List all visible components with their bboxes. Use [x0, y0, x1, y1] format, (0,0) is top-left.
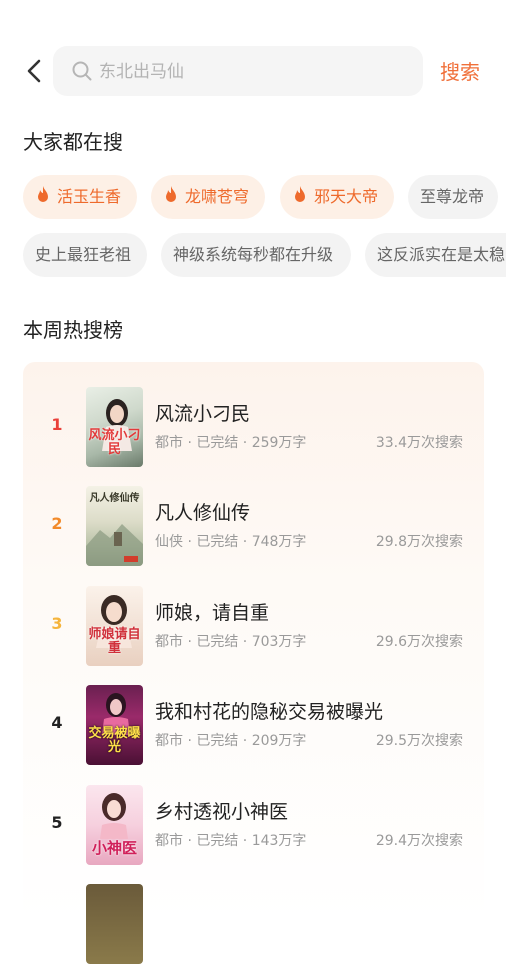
- search-input[interactable]: [97, 46, 411, 98]
- book-meta: 都市 · 已完结 · 703万字: [155, 634, 307, 650]
- tag-label: 这反派实在是太稳: [377, 245, 506, 264]
- cover-title: 小神医: [91, 839, 137, 857]
- tag-item[interactable]: 这反派实在是太稳: [365, 233, 506, 277]
- ranking-row[interactable]: 1 风流小刁民 风流小刁民 都市 · 已完结 · 259万字 33.4万次搜索: [23, 387, 484, 469]
- tag-item[interactable]: 邪天大帝: [280, 175, 394, 219]
- top-bar: 搜索: [0, 0, 506, 140]
- book-title: 风流小刁民: [155, 403, 251, 425]
- tag-label: 神级系统每秒都在升级: [173, 245, 334, 264]
- ranking-row[interactable]: 4 交易被曝光 我和村花的隐秘交易被曝光 都市 · 已完结 · 209万字 29…: [23, 685, 484, 767]
- tag-label: 史上最狂老祖: [35, 245, 132, 264]
- search-count: 29.4万次搜索: [375, 833, 463, 849]
- book-meta: 都市 · 已完结 · 209万字: [155, 733, 307, 749]
- search-button[interactable]: 搜索: [440, 56, 480, 85]
- book-title: 乡村透视小神医: [155, 801, 289, 823]
- weekly-title: 本周热搜榜: [23, 318, 123, 342]
- ranking-row[interactable]: [23, 884, 484, 966]
- tag-label: 邪天大帝: [314, 187, 379, 206]
- trending-title: 大家都在搜: [23, 130, 123, 154]
- rank-number: 1: [51, 415, 63, 434]
- book-cover: 交易被曝光: [86, 685, 143, 765]
- book-cover: 凡人修仙传: [86, 486, 143, 566]
- search-count: 33.4万次搜索: [375, 435, 463, 451]
- search-count: 29.5万次搜索: [375, 733, 463, 749]
- book-meta: 仙侠 · 已完结 · 748万字: [155, 534, 307, 550]
- tag-label: 龙啸苍穹: [185, 187, 250, 206]
- flame-icon: [38, 186, 48, 202]
- tag-item[interactable]: 龙啸苍穹: [151, 175, 265, 219]
- chevron-left-icon: [27, 59, 41, 83]
- ranking-row[interactable]: 2 凡人修仙传 凡人修仙传 仙侠 · 已完结 · 748万字 29.8万次搜索: [23, 486, 484, 568]
- search-icon: [72, 61, 92, 81]
- book-title: 我和村花的隐秘交易被曝光: [155, 701, 384, 723]
- rank-number: 2: [51, 514, 63, 533]
- tag-item[interactable]: 活玉生香: [23, 175, 137, 219]
- cover-title: 凡人修仙传: [89, 493, 140, 504]
- weekly-ranking-card: 1 风流小刁民 风流小刁民 都市 · 已完结 · 259万字 33.4万次搜索 …: [23, 362, 484, 964]
- book-cover: [86, 884, 143, 964]
- book-cover: 师娘请自重: [86, 586, 143, 666]
- book-title: 凡人修仙传: [155, 502, 251, 524]
- search-box[interactable]: [53, 46, 423, 98]
- rank-number: 4: [51, 713, 63, 732]
- cover-title: 交易被曝光: [88, 726, 141, 755]
- book-title: 师娘，请自重: [155, 602, 270, 624]
- tag-label: 至尊龙帝: [420, 187, 485, 206]
- cover-title: 师娘请自重: [88, 627, 141, 656]
- ranking-row[interactable]: 5 小神医 乡村透视小神医 都市 · 已完结 · 143万字 29.4万次搜索: [23, 785, 484, 867]
- tag-label: 活玉生香: [57, 187, 122, 206]
- rank-number: 3: [51, 614, 63, 633]
- back-button[interactable]: [20, 56, 50, 86]
- cover-title: 风流小刁民: [88, 428, 141, 457]
- book-meta: 都市 · 已完结 · 143万字: [155, 833, 307, 849]
- book-cover: 小神医: [86, 785, 143, 865]
- book-cover: 风流小刁民: [86, 387, 143, 467]
- tag-item[interactable]: 至尊龙帝: [408, 175, 498, 219]
- flame-icon: [166, 186, 176, 202]
- search-count: 29.8万次搜索: [375, 534, 463, 550]
- tag-item[interactable]: 史上最狂老祖: [23, 233, 147, 277]
- tag-item[interactable]: 神级系统每秒都在升级: [161, 233, 351, 277]
- book-meta: 都市 · 已完结 · 259万字: [155, 435, 307, 451]
- rank-number: 5: [51, 813, 63, 832]
- ranking-row[interactable]: 3 师娘请自重 师娘，请自重 都市 · 已完结 · 703万字 29.6万次搜索: [23, 586, 484, 668]
- search-count: 29.6万次搜索: [375, 634, 463, 650]
- flame-icon: [295, 186, 305, 202]
